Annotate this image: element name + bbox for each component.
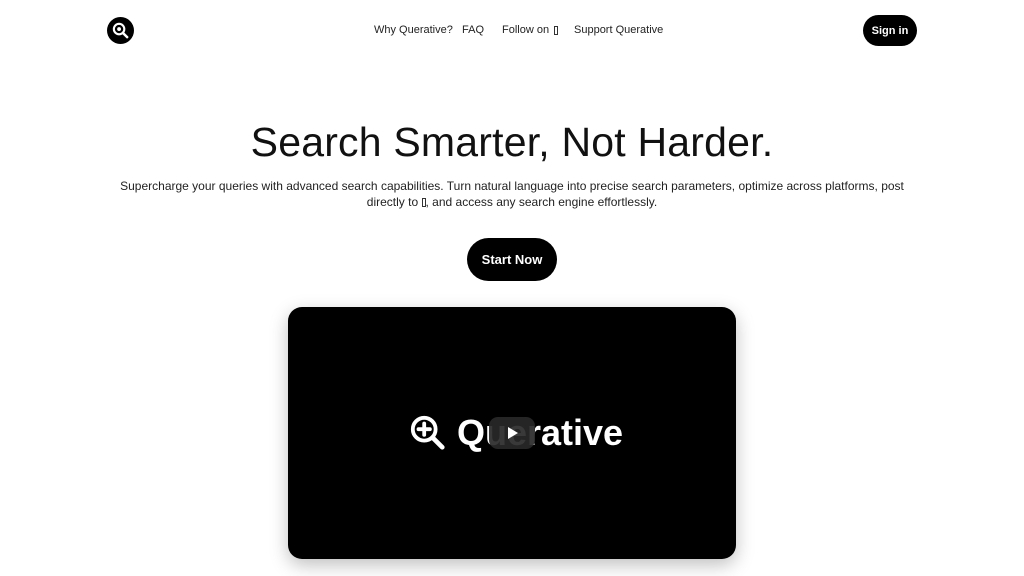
nav-follow-label: Follow on (502, 24, 550, 36)
play-icon (508, 427, 518, 439)
x-logo-icon (554, 25, 559, 35)
nav-why-querative[interactable]: Why Querative? (374, 24, 453, 36)
sign-in-button[interactable]: Sign in (863, 15, 917, 46)
hero-subtitle-part2: , and access any search engine effortles… (425, 195, 658, 209)
nav-support-querative[interactable]: Support Querative (574, 24, 663, 36)
hero-subtitle: Supercharge your queries with advanced s… (118, 178, 906, 210)
video-player[interactable]: Querative (288, 307, 736, 559)
hero-title: Search Smarter, Not Harder. (250, 119, 774, 165)
search-zoom-icon (112, 22, 129, 39)
start-now-button[interactable]: Start Now (467, 238, 557, 281)
play-button[interactable] (489, 417, 535, 449)
zoom-in-icon (410, 415, 445, 450)
nav-faq[interactable]: FAQ (462, 24, 484, 36)
nav-follow-on[interactable]: Follow on (502, 24, 559, 36)
page: Why Querative? FAQ Follow on Support Que… (0, 0, 1024, 576)
video-brand-text: Querative (457, 412, 624, 453)
logo-button[interactable] (107, 17, 134, 44)
